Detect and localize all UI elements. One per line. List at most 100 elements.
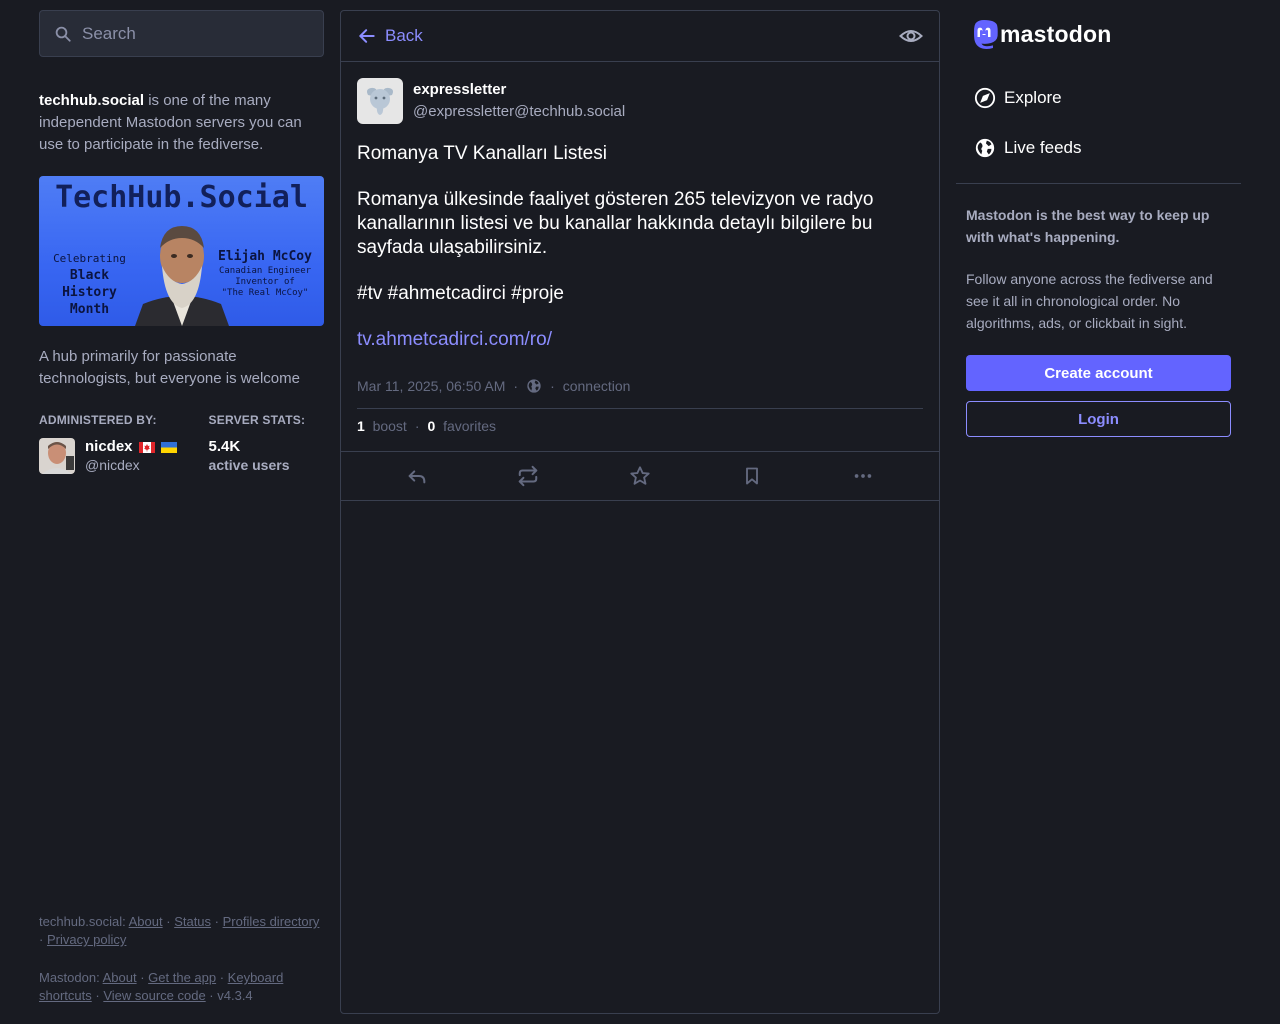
detailed-status: expressletter @expressletter@techhub.soc… bbox=[341, 62, 939, 443]
mastodon-elephant-avatar-icon bbox=[367, 87, 393, 115]
favourite-button[interactable] bbox=[620, 456, 660, 496]
promo-title: Mastodon is the best way to keep up with… bbox=[966, 207, 1210, 245]
server-footer-links: techhub.social: About · Status · Profile… bbox=[39, 914, 320, 947]
administered-by-label: ADMINISTERED BY: bbox=[39, 413, 157, 427]
server-footer-label: techhub.social: bbox=[39, 914, 126, 929]
favorites-label: favorites bbox=[443, 418, 496, 434]
admin-account[interactable]: nicdex @nicdex bbox=[39, 438, 177, 474]
bookmark-icon bbox=[745, 467, 758, 485]
star-icon bbox=[630, 466, 650, 485]
status-content: Romanya TV Kanalları Listesi Romanya ülk… bbox=[357, 142, 923, 352]
banner-right-line2: Inventor of bbox=[235, 277, 295, 287]
eye-icon bbox=[899, 30, 923, 42]
boost-count-link[interactable]: 1 boost bbox=[357, 418, 407, 434]
account-avatar[interactable] bbox=[357, 78, 403, 124]
boost-button[interactable] bbox=[508, 456, 548, 496]
server-stats-label: SERVER STATS: bbox=[208, 413, 306, 427]
bookmark-button[interactable] bbox=[732, 456, 772, 496]
status-username: @expressletter@techhub.social bbox=[413, 103, 626, 120]
status-counts: 1 boost · 0 favorites bbox=[357, 409, 923, 443]
admin-avatar[interactable] bbox=[39, 438, 75, 474]
search-box[interactable] bbox=[39, 10, 324, 57]
banner-left-line3: History bbox=[62, 285, 117, 300]
footer-profiles-directory-link[interactable]: Profiles directory bbox=[223, 914, 320, 929]
create-account-button[interactable]: Create account bbox=[966, 355, 1231, 391]
main-navigation: Explore Live feeds bbox=[956, 73, 1241, 184]
status-meta: Mar 11, 2025, 06:50 AM · · connection bbox=[357, 373, 923, 409]
footer-mastodon-about-link[interactable]: About bbox=[103, 970, 137, 985]
footer-source-code-link[interactable]: View source code bbox=[103, 988, 205, 1003]
banner-right-line1: Canadian Engineer bbox=[218, 266, 312, 276]
administered-by: ADMINISTERED BY: nicdex @nicdex bbox=[39, 413, 177, 474]
column-header: Back bbox=[341, 11, 939, 62]
mastodon-logo-link[interactable]: mastodon bbox=[956, 10, 1241, 49]
right-sidebar: mastodon Explore Live feeds Mastodon is … bbox=[956, 10, 1241, 437]
login-button[interactable]: Login bbox=[966, 401, 1231, 437]
nav-item-live-feeds[interactable]: Live feeds bbox=[956, 123, 1241, 173]
server-domain: techhub.social bbox=[39, 92, 145, 109]
reply-button[interactable] bbox=[397, 456, 437, 496]
left-sidebar: techhub.social is one of the many indepe… bbox=[39, 10, 324, 1014]
active-users-count: 5.4K bbox=[208, 438, 241, 455]
status-application: connection bbox=[562, 377, 631, 394]
back-label: Back bbox=[385, 26, 423, 45]
meta-separator: · bbox=[550, 377, 555, 394]
favorites-count: 0 bbox=[427, 418, 436, 434]
globe-icon bbox=[975, 138, 995, 158]
server-stats: SERVER STATS: 5.4K active users bbox=[209, 413, 306, 474]
footer-get-app-link[interactable]: Get the app bbox=[148, 970, 216, 985]
status-hashtags[interactable]: #tv #ahmetcadirci #proje bbox=[357, 282, 923, 306]
promo-body: Follow anyone across the fediverse and s… bbox=[966, 271, 1213, 331]
footer: techhub.social: About · Status · Profile… bbox=[39, 913, 324, 1005]
version-label: v4.3.4 bbox=[217, 988, 253, 1003]
status-title: Romanya TV Kanalları Listesi bbox=[357, 143, 607, 164]
mastodon-logo-icon bbox=[974, 20, 998, 49]
banner-title: TechHub.Social bbox=[55, 180, 308, 215]
retweet-icon bbox=[519, 465, 538, 487]
compass-icon bbox=[974, 87, 996, 109]
nav-item-explore-label: Explore bbox=[1004, 88, 1062, 107]
banner-left-line1: Celebrating bbox=[53, 252, 126, 265]
banner-right-text: Elijah McCoy Canadian Engineer Inventor … bbox=[210, 248, 320, 299]
sign-up-promo: Mastodon is the best way to keep up with… bbox=[956, 204, 1241, 437]
counts-separator: · bbox=[414, 418, 420, 434]
mastodon-footer-links: Mastodon: About · Get the app · Keyboard… bbox=[39, 970, 284, 1003]
mastodon-wordmark: mastodon bbox=[1000, 20, 1112, 47]
boost-label: boost bbox=[372, 418, 407, 434]
status-display-name: expressletter bbox=[413, 81, 507, 98]
status-body: Romanya ülkesinde faaliyet gösteren 265 … bbox=[357, 189, 874, 258]
favorites-count-link[interactable]: 0 favorites bbox=[428, 418, 497, 434]
globe-icon bbox=[527, 378, 541, 393]
banner-right-name: Elijah McCoy bbox=[218, 249, 312, 264]
ellipsis-icon bbox=[854, 474, 872, 478]
back-button[interactable]: Back bbox=[357, 26, 423, 46]
admin-name: nicdex bbox=[85, 438, 133, 455]
status-action-bar bbox=[341, 451, 939, 501]
toggle-visibility-button[interactable] bbox=[899, 24, 923, 48]
status-account[interactable]: expressletter @expressletter@techhub.soc… bbox=[357, 78, 923, 124]
meta-separator: · bbox=[513, 377, 519, 394]
footer-server-about-link[interactable]: About bbox=[129, 914, 163, 929]
nav-divider bbox=[956, 183, 1241, 184]
footer-status-link[interactable]: Status bbox=[174, 914, 211, 929]
banner-left-line2: Black bbox=[69, 268, 110, 283]
search-input[interactable] bbox=[82, 23, 323, 44]
more-options-button[interactable] bbox=[843, 456, 883, 496]
search-icon bbox=[55, 26, 71, 42]
nav-item-explore[interactable]: Explore bbox=[956, 73, 1241, 123]
nav-item-live-feeds-label: Live feeds bbox=[1004, 138, 1082, 157]
status-column: Back expressletter @expressletter@techhu bbox=[340, 10, 940, 1014]
server-tagline: A hub primarily for passionate technolog… bbox=[39, 348, 300, 387]
reply-icon bbox=[408, 470, 426, 484]
server-intro: techhub.social is one of the many indepe… bbox=[39, 90, 324, 156]
server-info: ADMINISTERED BY: nicdex @nicdex SERVER S… bbox=[39, 413, 324, 474]
banner-right-line3: "The Real McCoy" bbox=[221, 288, 309, 298]
status-link[interactable]: tv.ahmetcadirci.com/ro/ bbox=[357, 329, 552, 350]
footer-privacy-policy-link[interactable]: Privacy policy bbox=[47, 932, 126, 947]
mastodon-footer-label: Mastodon: bbox=[39, 970, 100, 985]
banner-left-line4: Month bbox=[69, 302, 110, 317]
admin-avatar-image bbox=[39, 438, 75, 474]
canada-flag-icon bbox=[138, 441, 155, 453]
server-banner: TechHub.Social Celebrating Black History… bbox=[39, 176, 324, 326]
status-timestamp[interactable]: Mar 11, 2025, 06:50 AM bbox=[357, 378, 505, 394]
